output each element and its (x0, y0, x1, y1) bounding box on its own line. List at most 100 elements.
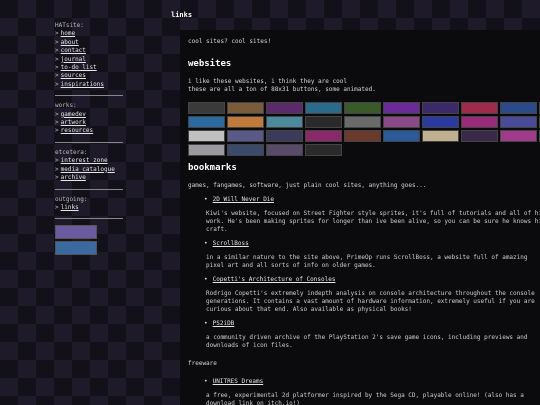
site-button[interactable] (266, 102, 303, 114)
site-button[interactable] (188, 102, 225, 114)
site-button[interactable] (305, 144, 342, 156)
list-item: Copetti's Architecture of Consoles Rodrig… (188, 276, 540, 314)
sidebar-item-label: media catalogue (60, 165, 115, 173)
chevron-right-icon: > (55, 165, 59, 173)
sidebar-item-journal[interactable]: > journal (55, 56, 127, 64)
site-button[interactable] (344, 116, 381, 128)
list-item: PS2iDB a community driven archive of the … (188, 320, 540, 350)
sidebar-item-label: home (60, 30, 76, 38)
freeware-list: UNITRES Dreams a free, experimental 2d pl… (188, 378, 540, 405)
site-button[interactable] (227, 144, 264, 156)
sidebar-item-links[interactable]: > links (55, 204, 127, 212)
sidebar-item-sources[interactable]: > sources (55, 72, 127, 80)
site-button[interactable] (500, 130, 537, 142)
sidebar-item-media-catalogue[interactable]: > media catalogue (55, 166, 127, 174)
site-button[interactable] (422, 130, 459, 142)
sidebar-item-artwork[interactable]: > artwork (55, 119, 127, 127)
site-button[interactable] (227, 130, 264, 142)
sidebar-item-to-do-list[interactable]: > to-do list (55, 64, 127, 72)
sidebar-section: etcetera: > interest zone > media catalogue >… (55, 149, 127, 183)
bookmark-link[interactable]: UNITRES Dreams (204, 378, 540, 386)
sidebar-item-contact[interactable]: > contact (55, 47, 127, 55)
sidebar-item-label: journal (60, 55, 86, 63)
sidebar-section: outgoing: > links (55, 196, 127, 213)
site-button[interactable] (266, 116, 303, 128)
site-button[interactable] (188, 130, 225, 142)
bookmark-link[interactable]: PS2iDB (204, 320, 540, 328)
site-button[interactable] (461, 130, 498, 142)
chevron-right-icon: > (55, 47, 59, 55)
sidebar-item-label: sources (60, 72, 86, 80)
site-button[interactable] (500, 116, 537, 128)
sidebar-item-inspirations[interactable]: > inspirations (55, 81, 127, 89)
sidebar-item-label: interest zone (60, 157, 108, 165)
sidebar-section: HATsite: > home > about > contact > journal > to-d… (55, 22, 127, 89)
site-button[interactable] (383, 102, 420, 114)
chevron-right-icon: > (55, 55, 59, 63)
chevron-right-icon: > (55, 127, 59, 135)
site-button[interactable] (383, 116, 420, 128)
list-item: ScrollBoss in a similar nature to the sit… (188, 240, 540, 270)
site-button[interactable] (422, 102, 459, 114)
site-button[interactable] (422, 116, 459, 128)
sidebar-divider (55, 188, 123, 190)
sidebar-item-label: inspirations (60, 80, 104, 88)
site-button[interactable] (500, 102, 537, 114)
chevron-right-icon: > (55, 80, 59, 88)
site-button[interactable] (461, 116, 498, 128)
sidebar-item-label: about (60, 38, 79, 46)
sidebar-section-heading: etcetera: (55, 148, 88, 156)
sidebar-item-interest-zone[interactable]: > interest zone (55, 157, 127, 165)
site-button[interactable] (305, 116, 342, 128)
chevron-right-icon: > (55, 174, 59, 182)
chevron-right-icon: > (55, 110, 59, 118)
site-button[interactable] (305, 130, 342, 142)
badge-image[interactable] (55, 241, 97, 256)
sidebar-item-gamedev[interactable]: > gamedev (55, 111, 127, 119)
sidebar-item-label: contact (60, 47, 86, 55)
bookmark-description: a community driven archive of the PlaySt… (206, 334, 528, 349)
sidebar-item-about[interactable]: > about (55, 39, 127, 47)
sidebar-item-label: gamedev (60, 110, 86, 118)
site-button[interactable] (344, 130, 381, 142)
chevron-right-icon: > (55, 157, 59, 165)
sidebar: HATsite: > home > about > contact > journal > to-d… (55, 22, 127, 257)
badge-image[interactable] (55, 225, 97, 240)
sidebar-badges (55, 225, 127, 256)
site-button[interactable] (344, 102, 381, 114)
bookmark-description: Rodrigo Copetti's extremely indepth anal… (206, 290, 535, 313)
site-button[interactable] (266, 144, 303, 156)
websites-heading: websites (188, 59, 232, 69)
site-button[interactable] (227, 116, 264, 128)
site-button[interactable] (188, 144, 225, 156)
site-button[interactable] (383, 130, 420, 142)
bookmarks-intro: games, fangames, software, just plain co… (188, 182, 427, 189)
chevron-right-icon: > (55, 38, 59, 46)
list-item: 2D Will Never Die Kiwi's website, focused… (188, 196, 540, 234)
sidebar-divider (55, 141, 123, 143)
bookmark-link[interactable]: 2D Will Never Die (204, 196, 540, 204)
sidebar-item-label: resources (60, 127, 94, 135)
site-button[interactable] (188, 116, 225, 128)
site-button[interactable] (227, 102, 264, 114)
bookmark-link[interactable]: ScrollBoss (204, 240, 540, 248)
site-button[interactable] (305, 102, 342, 114)
sidebar-item-resources[interactable]: > resources (55, 127, 127, 135)
bookmark-link[interactable]: Copetti's Architecture of Consoles (204, 276, 540, 284)
sidebar-item-home[interactable]: > home (55, 30, 127, 38)
site-button[interactable] (266, 130, 303, 142)
sidebar-item-archive[interactable]: > archive (55, 174, 127, 182)
sidebar-item-label: artwork (60, 119, 86, 127)
list-item: UNITRES Dreams a free, experimental 2d pl… (188, 378, 540, 405)
sidebar-item-label: archive (60, 174, 86, 182)
sidebar-section: works: > gamedev > artwork > resources (55, 102, 127, 136)
sidebar-divider (55, 218, 123, 220)
sidebar-section-heading: HATsite: (55, 22, 84, 29)
tagline: cool sites? cool sites! (188, 38, 272, 45)
sidebar-item-label: links (60, 203, 79, 211)
site-button[interactable] (461, 102, 498, 114)
page-title: links (171, 11, 193, 19)
chevron-right-icon: > (55, 72, 59, 80)
bookmark-list: 2D Will Never Die Kiwi's website, focused… (188, 196, 540, 350)
bookmarks-heading: bookmarks (188, 163, 237, 173)
